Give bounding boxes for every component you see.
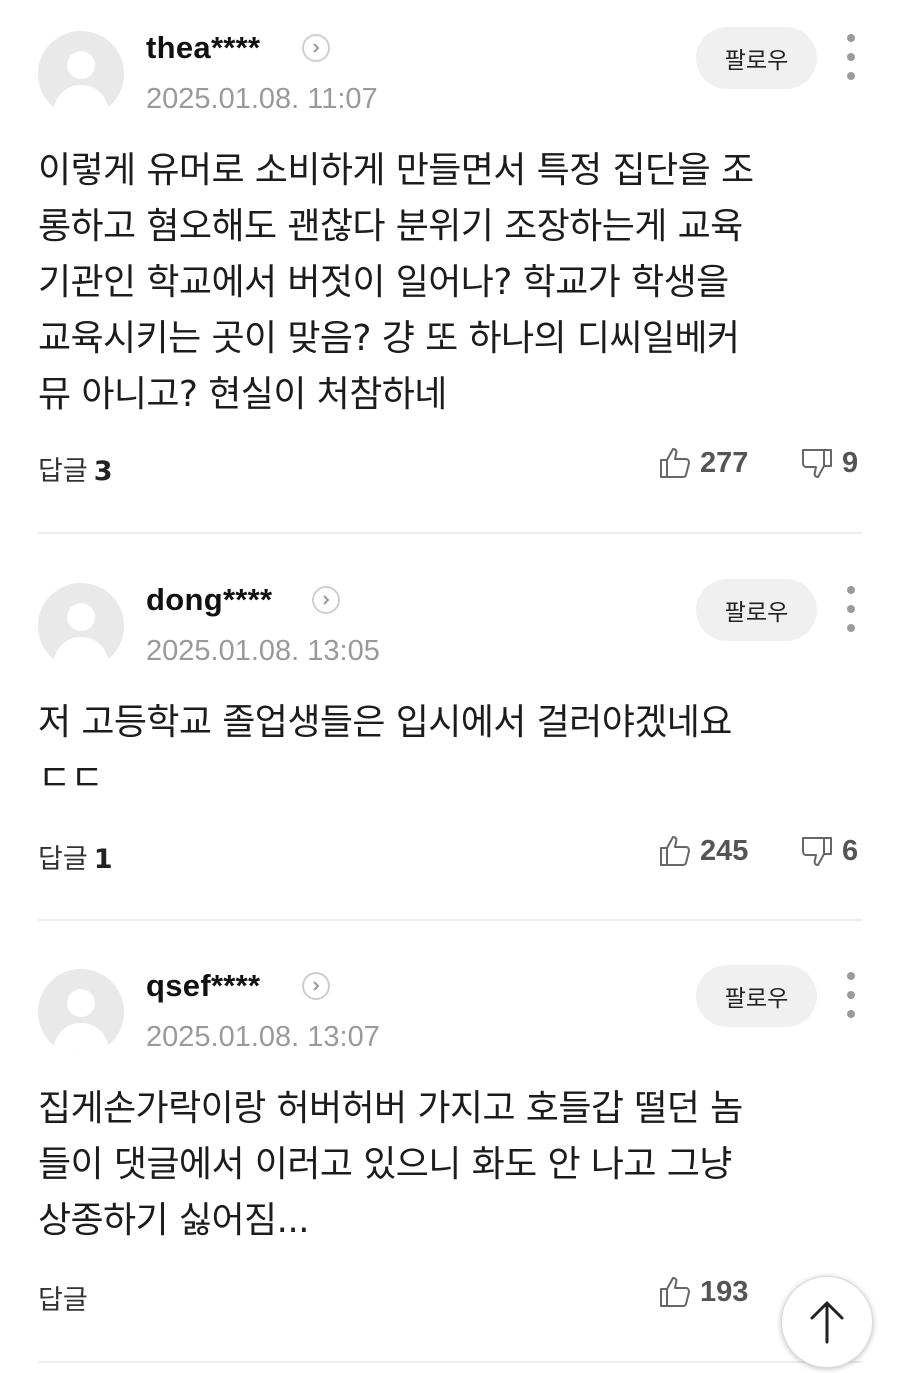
reply-button[interactable]: 답글 1 bbox=[38, 837, 112, 876]
username[interactable]: thea**** bbox=[146, 30, 260, 66]
avatar[interactable] bbox=[38, 583, 124, 669]
like-button[interactable]: 277 bbox=[658, 446, 748, 480]
reply-label: 답글 bbox=[38, 456, 88, 487]
default-profile-icon bbox=[38, 969, 124, 1055]
reply-button[interactable]: 답글 bbox=[38, 1278, 94, 1317]
chevron-right-icon[interactable] bbox=[302, 972, 330, 1000]
username[interactable]: dong**** bbox=[146, 582, 272, 618]
divider bbox=[38, 919, 862, 921]
default-profile-icon bbox=[38, 583, 124, 669]
reply-count: 3 bbox=[93, 456, 113, 487]
arrow-up-icon bbox=[810, 1301, 844, 1344]
username[interactable]: qsef**** bbox=[146, 968, 260, 1004]
reply-label: 답글 bbox=[38, 1285, 88, 1316]
follow-button[interactable]: 팔로우 bbox=[696, 27, 817, 89]
more-vertical-icon[interactable] bbox=[838, 34, 864, 80]
scroll-top-button[interactable] bbox=[781, 1276, 873, 1368]
thumbs-up-icon bbox=[660, 448, 690, 478]
comment-text: 저 고등학교 졸업생들은 입시에서 걸러야겠네요 ㄷㄷ bbox=[38, 702, 732, 799]
default-profile-icon bbox=[38, 31, 124, 117]
thumbs-down-icon bbox=[802, 449, 832, 478]
comment-date: 2025.01.08. 11:07 bbox=[146, 83, 378, 115]
comment-text: 집게손가락이랑 허버허버 가지고 호들갑 떨던 놈 들이 댓글에서 이러고 있으… bbox=[38, 1088, 743, 1241]
like-button[interactable]: 193 bbox=[658, 1275, 748, 1309]
like-count: 277 bbox=[700, 446, 749, 479]
follow-button[interactable]: 팔로우 bbox=[696, 579, 817, 641]
avatar[interactable] bbox=[38, 31, 124, 117]
divider bbox=[38, 1361, 862, 1363]
more-vertical-icon[interactable] bbox=[838, 586, 864, 632]
reply-button[interactable]: 답글 3 bbox=[38, 449, 112, 488]
dislike-button[interactable]: 9 bbox=[800, 446, 858, 480]
like-count: 193 bbox=[700, 1275, 749, 1308]
thumbs-up-icon bbox=[660, 836, 690, 866]
chevron-right-icon[interactable] bbox=[312, 586, 340, 614]
comment-text: 이렇게 유머로 소비하게 만들면서 특정 집단을 조 롱하고 혐오해도 괜찮다 … bbox=[38, 150, 754, 415]
reply-count: 1 bbox=[93, 844, 113, 875]
dislike-button[interactable]: 6 bbox=[800, 834, 858, 868]
thumbs-down-icon bbox=[802, 837, 832, 866]
like-count: 245 bbox=[700, 834, 749, 867]
comment-date: 2025.01.08. 13:07 bbox=[146, 1021, 380, 1053]
more-vertical-icon[interactable] bbox=[838, 972, 864, 1018]
reply-label: 답글 bbox=[38, 844, 88, 875]
dislike-count: 9 bbox=[842, 446, 859, 479]
like-button[interactable]: 245 bbox=[658, 834, 748, 868]
divider bbox=[38, 532, 862, 534]
follow-button[interactable]: 팔로우 bbox=[696, 965, 817, 1027]
avatar[interactable] bbox=[38, 969, 124, 1055]
comment-date: 2025.01.08. 13:05 bbox=[146, 635, 380, 667]
thumbs-up-icon bbox=[660, 1277, 690, 1307]
dislike-count: 6 bbox=[842, 834, 859, 867]
chevron-right-icon[interactable] bbox=[302, 34, 330, 62]
